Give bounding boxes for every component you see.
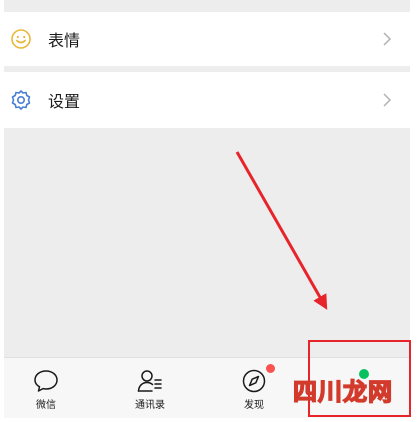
- tab-contacts-label: 通讯录: [135, 400, 165, 411]
- tab-chats[interactable]: 微信: [6, 358, 86, 418]
- chevron-right-icon: [383, 93, 392, 107]
- menu-item-emoji[interactable]: 表情: [4, 12, 410, 66]
- discover-badge-dot: [266, 364, 275, 373]
- contacts-icon: [137, 370, 162, 392]
- tab-chats-label: 微信: [36, 400, 56, 411]
- tab-discover[interactable]: 发现: [214, 358, 294, 418]
- tab-contacts[interactable]: 通讯录: [110, 358, 190, 418]
- chat-bubble-icon: [34, 370, 58, 392]
- gear-icon: [11, 90, 31, 110]
- bottom-edge: [0, 418, 418, 422]
- compass-icon: [242, 369, 266, 393]
- watermark: 四川龙网: [292, 377, 393, 406]
- smiley-icon: [11, 29, 31, 49]
- chevron-right-icon: [383, 32, 392, 46]
- menu-item-emoji-label: 表情: [48, 31, 81, 50]
- menu-item-settings[interactable]: 设置: [4, 72, 410, 128]
- menu-item-settings-label: 设置: [48, 92, 81, 111]
- tab-discover-label: 发现: [244, 400, 264, 411]
